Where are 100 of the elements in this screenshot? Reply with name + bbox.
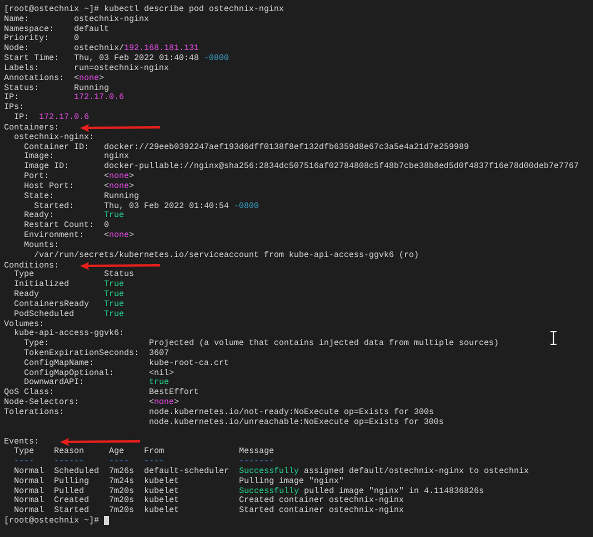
field-value: 0 [104, 220, 109, 230]
field-label: Type: [24, 338, 49, 348]
field-label: Port: [24, 171, 49, 182]
field-value: 172.17.0.6 [39, 112, 89, 122]
field-value: Projected (a volume that contains injected data from multiple sources) [148, 338, 499, 348]
column-header: Type [14, 446, 34, 456]
table-cell: Normal [14, 495, 44, 506]
field-value: Running [104, 190, 139, 201]
field-value: <none> [148, 397, 179, 408]
field-label: Environment: [24, 230, 84, 240]
field-label: ContainersReady [14, 298, 89, 309]
header-underline: ------- [238, 456, 274, 466]
table-cell: Pulled [54, 486, 84, 496]
field-value: Running [74, 82, 109, 93]
field-value: node.kubernetes.io/not-ready:NoExecute op=Exists for 300s [148, 406, 434, 417]
field-label: Name: [4, 14, 29, 24]
column-header: Message [238, 446, 274, 456]
field-label: Labels: [4, 62, 39, 73]
field-label: QoS Class: [4, 387, 54, 398]
field-value: 0 [74, 33, 79, 44]
table-cell: Pulling image "nginx" [238, 476, 344, 486]
field-label: Image: [24, 151, 54, 162]
field-value: node.kubernetes.io/unreachable:NoExecute op=Exists for 300s [148, 416, 444, 427]
header-underline: ---- [14, 456, 34, 466]
field-label: Started: [34, 200, 74, 211]
field-value: <nil> [148, 368, 174, 378]
field-value: 172.17.0.6 [74, 92, 124, 102]
field-value: True [104, 308, 124, 319]
field-value: <none> [104, 171, 134, 182]
table-cell: 7m26s [108, 466, 134, 476]
field-label: Conditions: [4, 260, 59, 270]
field-value: kube-root-ca.crt [148, 358, 229, 368]
field-value: Thu, 03 Feb 2022 01:40:54 -0800 [104, 200, 259, 211]
field-value: True [104, 279, 124, 290]
field-value: ostechnix-nginx [74, 14, 149, 24]
table-cell: Started container ostechnix-nginx [238, 505, 404, 516]
prompt-text: [root@ostechnix ~]# [4, 516, 99, 526]
field-label: Tolerations: [4, 406, 64, 417]
header-underline: ------ [54, 456, 84, 466]
field-label: Priority: [4, 33, 49, 44]
field-label: Image ID: [24, 161, 69, 172]
header-underline: ---- [109, 456, 129, 466]
header-underline: ---- [144, 456, 164, 466]
column-header: From [144, 446, 164, 456]
table-cell: 7m24s [108, 476, 134, 486]
field-label: ostechnix-nginx: [14, 132, 94, 142]
field-value: ostechnix/192.168.181.131 [74, 43, 199, 54]
table-cell: default-scheduler [144, 466, 229, 476]
table-cell: kubelet [144, 476, 179, 486]
field-label: Status: [4, 82, 39, 93]
table-cell: Pulling [54, 476, 89, 486]
column-header: Age [109, 446, 124, 456]
field-value: True [104, 298, 124, 309]
field-label: Start Time: [4, 53, 59, 64]
field-label: Events: [4, 437, 39, 448]
field-label: Restart Count: [24, 220, 94, 230]
field-value: Thu, 03 Feb 2022 01:40:48 -0800 [74, 53, 229, 64]
field-value: 3607 [148, 348, 169, 358]
i-beam-cursor-icon [550, 331, 557, 345]
field-label: Containers: [4, 122, 59, 133]
table-cell: Normal [14, 476, 44, 486]
column-header: Reason [54, 446, 84, 456]
field-label: ConfigMapName: [24, 358, 94, 368]
field-label: Container ID: [24, 142, 89, 152]
field-label: kube-api-access-ggvk6: [14, 328, 124, 338]
field-value: run=ostechnix-nginx [74, 62, 169, 73]
field-value: docker://29eeb0392247aef193d6dff0138f8ef132dfb6359d8e67c3a5e4a21d7e259989 [104, 142, 469, 152]
table-cell: Started [54, 505, 89, 516]
field-label: Ready: [24, 210, 54, 220]
table-cell: Successfully assigned default/ostechnix-nginx to ostechnix [238, 466, 529, 476]
field-label: PodScheduled [14, 308, 74, 319]
column-header: Type [14, 269, 34, 280]
field-value: <none> [74, 72, 104, 83]
field-label: TokenExpirationSeconds: [24, 348, 139, 358]
table-cell: Created [54, 495, 89, 506]
field-value: <none> [104, 180, 134, 191]
field-value: true [148, 377, 169, 388]
field-label: Namespace: [4, 24, 54, 34]
table-cell: Normal [14, 486, 44, 496]
field-value: <none> [104, 230, 134, 240]
table-cell: Created container ostechnix-nginx [238, 495, 404, 506]
field-label: Node: [4, 43, 29, 54]
table-cell: Normal [14, 505, 44, 516]
table-cell: 7m20s [109, 486, 134, 496]
field-label: Node-Selectors: [4, 397, 79, 408]
table-cell: kubelet [144, 495, 179, 506]
table-cell: 7m20s [108, 505, 134, 516]
field-value: True [104, 210, 124, 220]
table-cell: kubelet [144, 505, 179, 516]
field-value: /var/run/secrets/kubernetes.io/serviceaccount from kube-api-access-ggvk6 (ro) [34, 250, 419, 260]
field-value: default [74, 24, 109, 34]
field-label: DownwardAPI: [24, 377, 84, 388]
table-cell: kubelet [144, 486, 179, 496]
field-label: Volumes: [4, 318, 44, 328]
field-label: Ready [14, 289, 39, 300]
field-value: BestEffort [148, 387, 199, 398]
field-label: IPs: [4, 102, 24, 112]
table-cell: Successfully pulled image "nginx" in 4.114836826s [238, 486, 484, 496]
field-label: IP: [4, 92, 19, 102]
table-cell: 7m20s [108, 495, 134, 506]
